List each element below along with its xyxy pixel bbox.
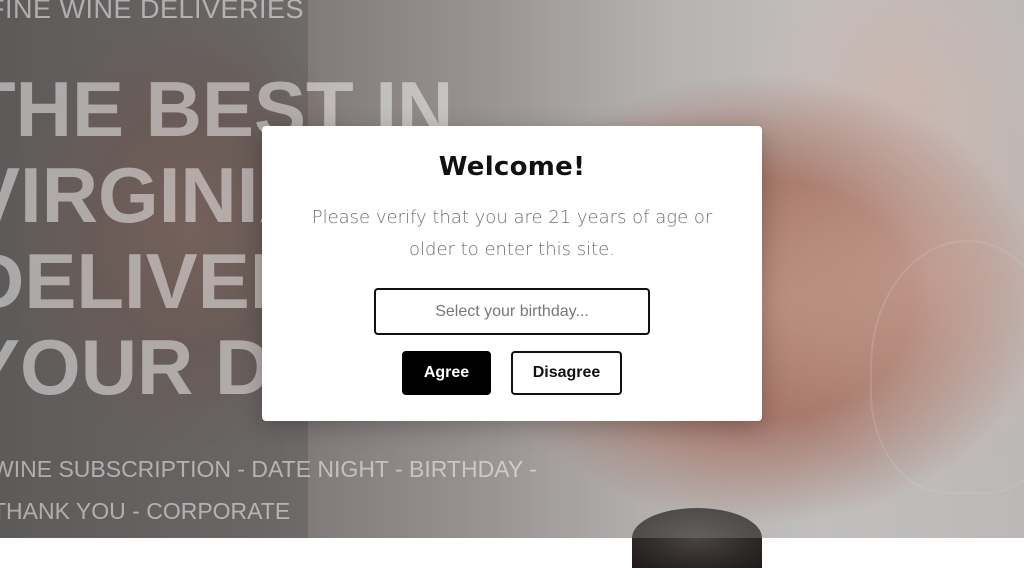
agree-button[interactable]: Agree	[402, 351, 491, 395]
hero-occasions-line: THANK YOU - CORPORATE	[0, 498, 291, 524]
hero-tagline: FINE WINE DELIVERIES	[0, 0, 305, 24]
modal-message: Please verify that you are 21 years of a…	[311, 207, 713, 260]
modal-title: Welcome!	[438, 152, 586, 182]
hero-occasions-line: WINE SUBSCRIPTION - DATE NIGHT - BIRTHDA…	[0, 456, 537, 482]
hero-occasions: WINE SUBSCRIPTION - DATE NIGHT - BIRTHDA…	[0, 448, 537, 532]
modal-actions: Agree Disagree	[262, 351, 762, 395]
disagree-button[interactable]: Disagree	[511, 351, 622, 395]
birthday-input[interactable]	[374, 288, 650, 335]
age-verification-modal: Welcome! Please verify that you are 21 y…	[262, 126, 762, 421]
